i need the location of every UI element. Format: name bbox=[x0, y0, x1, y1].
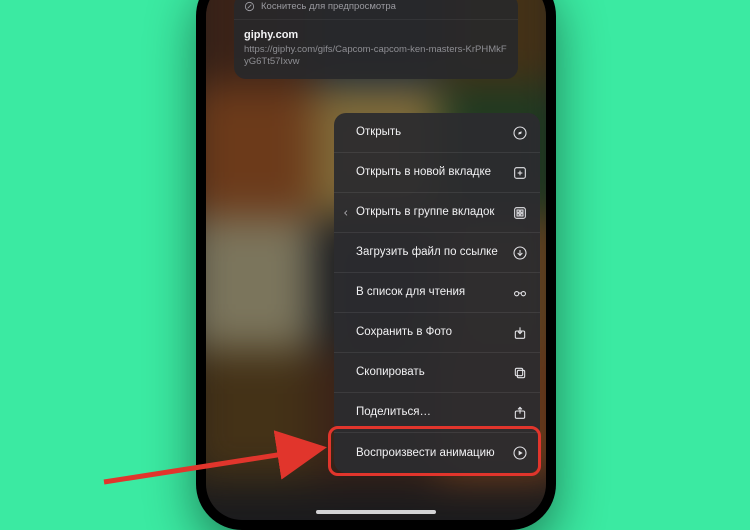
preview-hint-row: Коснитесь для предпросмотра bbox=[234, 0, 518, 20]
menu-item-open-new-tab[interactable]: Открыть в новой вкладке bbox=[334, 153, 540, 193]
menu-item-label: Открыть в новой вкладке bbox=[356, 165, 499, 179]
glasses-icon bbox=[512, 285, 528, 301]
menu-item-open[interactable]: Открыть bbox=[334, 113, 540, 153]
menu-item-reading-list[interactable]: В список для чтения bbox=[334, 273, 540, 313]
menu-item-label: Открыть bbox=[356, 125, 409, 139]
home-indicator bbox=[316, 510, 436, 514]
download-icon bbox=[512, 245, 528, 261]
plus-square-icon bbox=[512, 165, 528, 181]
chevron-left-icon bbox=[341, 206, 351, 220]
menu-item-copy[interactable]: Скопировать bbox=[334, 353, 540, 393]
preview-url: https://giphy.com/gifs/Capcom-capcom-ken… bbox=[244, 44, 508, 68]
menu-item-label: Загрузить файл по ссылке bbox=[356, 245, 506, 259]
menu-item-open-tab-group[interactable]: Открыть в группе вкладок bbox=[334, 193, 540, 233]
phone-screen: Коснитесь для предпросмотра giphy.com ht… bbox=[206, 0, 546, 520]
grid-square-icon bbox=[512, 205, 528, 221]
compass-icon bbox=[512, 125, 528, 141]
menu-item-label: Скопировать bbox=[356, 365, 433, 379]
context-menu: Открыть Открыть в новой вкладке bbox=[334, 113, 540, 473]
link-preview-card[interactable]: Коснитесь для предпросмотра giphy.com ht… bbox=[234, 0, 518, 79]
menu-item-label: Поделиться… bbox=[356, 405, 439, 419]
hint-icon bbox=[244, 1, 255, 12]
menu-item-download[interactable]: Загрузить файл по ссылке bbox=[334, 233, 540, 273]
menu-item-label: Открыть в группе вкладок bbox=[356, 205, 502, 219]
menu-item-label: В список для чтения bbox=[356, 285, 473, 299]
menu-item-share[interactable]: Поделиться… bbox=[334, 393, 540, 433]
play-circle-icon bbox=[512, 445, 528, 461]
menu-item-play-animation[interactable]: Воспроизвести анимацию bbox=[334, 433, 540, 473]
share-icon bbox=[512, 405, 528, 421]
phone-frame: Коснитесь для предпросмотра giphy.com ht… bbox=[196, 0, 556, 530]
save-down-icon bbox=[512, 325, 528, 341]
copy-icon bbox=[512, 365, 528, 381]
preview-hint-text: Коснитесь для предпросмотра bbox=[261, 1, 396, 12]
menu-item-save-photo[interactable]: Сохранить в Фото bbox=[334, 313, 540, 353]
preview-domain: giphy.com bbox=[244, 29, 508, 41]
menu-item-label: Сохранить в Фото bbox=[356, 325, 460, 339]
menu-item-label: Воспроизвести анимацию bbox=[356, 446, 503, 460]
